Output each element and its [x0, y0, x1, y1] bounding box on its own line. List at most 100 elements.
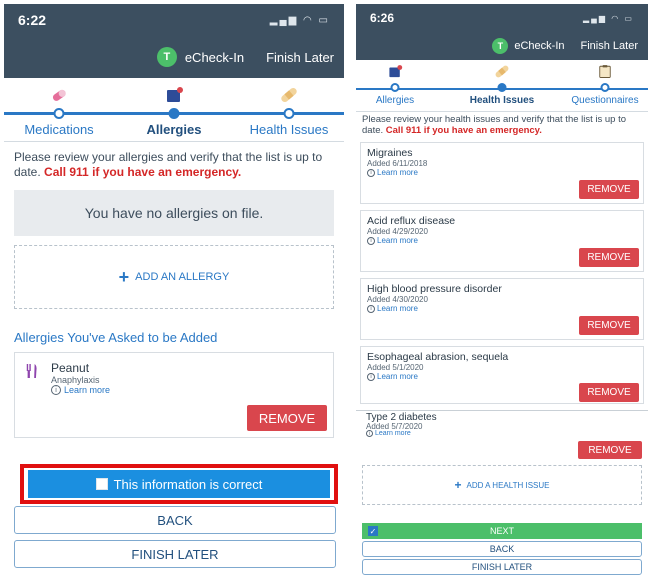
plus-icon: +: [118, 266, 130, 287]
remove-button[interactable]: REMOVE: [579, 383, 639, 402]
issue-added-date: Added 4/30/2020: [367, 295, 428, 304]
learn-more-link[interactable]: i Learn more: [367, 236, 418, 245]
status-bar: 6:22 ▂▄▆ ◠ ▭: [4, 4, 344, 36]
status-time: 6:22: [18, 12, 47, 28]
checkbox-checked-icon[interactable]: ✓: [368, 526, 378, 536]
allergy-card: Peanut Anaphylaxis i Learn more REMOVE: [14, 352, 334, 438]
progress-stepper: Medications Allergies Health Issues: [4, 78, 344, 142]
finish-later-button[interactable]: FINISH LATER: [362, 559, 642, 575]
status-time: 6:26: [370, 11, 395, 25]
learn-more-link[interactable]: i Learn more: [366, 430, 411, 437]
remove-button[interactable]: REMOVE: [579, 316, 639, 335]
finish-later-button[interactable]: FINISH LATER: [14, 540, 336, 568]
info-icon: i: [367, 236, 375, 245]
health-issue-card: Acid reflux disease Added 4/29/2020 i Le…: [360, 210, 644, 272]
finish-later-link[interactable]: Finish Later: [266, 50, 334, 65]
remove-button[interactable]: REMOVE: [578, 441, 642, 459]
intro-text: Please review your allergies and verify …: [14, 150, 334, 180]
step-label: Allergies: [375, 95, 415, 106]
issue-added-date: Added 4/29/2020: [367, 227, 428, 236]
allergy-name: Peanut: [51, 361, 90, 375]
learn-more-link[interactable]: i Learn more: [367, 372, 418, 381]
step-dot: [390, 83, 400, 92]
add-allergy-label: ADD AN ALLERGY: [135, 271, 230, 283]
emergency-warning: Call 911 if you have an emergency.: [44, 165, 242, 179]
right-phone-screen: 6:26 ▂▄▆ ◠ ▭ T eCheck-In Finish Later Al…: [356, 4, 648, 406]
learn-more-label: Learn more: [377, 168, 418, 177]
signal-wifi-battery-icon: ▂▄▆ ◠ ▭: [269, 14, 330, 26]
info-icon: i: [367, 168, 375, 177]
learn-more-label: Learn more: [377, 236, 418, 245]
learn-more-link[interactable]: i Learn more: [367, 304, 418, 313]
issue-name: Migraines: [367, 147, 413, 159]
step-allergies[interactable]: Allergies: [119, 78, 229, 142]
health-issue-card: Migraines Added 6/11/2018 i Learn more R…: [360, 142, 644, 204]
allergy-reaction: Anaphylaxis: [51, 375, 100, 385]
remove-button[interactable]: REMOVE: [247, 405, 327, 431]
learn-more-label: Learn more: [375, 430, 411, 437]
step-dot: [283, 108, 295, 119]
finish-later-link[interactable]: Finish Later: [581, 40, 638, 52]
checkbox-icon[interactable]: [95, 478, 108, 490]
info-icon: i: [367, 372, 375, 381]
left-phone-screen: 6:22 ▂▄▆ ◠ ▭ T eCheck-In Finish Later Me…: [4, 4, 344, 574]
add-health-issue-label: ADD A HEALTH ISSUE: [466, 480, 550, 490]
issue-name: Esophageal abrasion, sequela: [367, 351, 509, 363]
health-issue-card: Esophageal abrasion, sequela Added 5/1/2…: [360, 346, 644, 404]
learn-more-label: Learn more: [377, 372, 418, 381]
echeck-in-label: eCheck-In: [184, 49, 245, 65]
health-issue-card: High blood pressure disorder Added 4/30/…: [360, 278, 644, 340]
step-health-issues[interactable]: Health Issues: [452, 60, 552, 112]
bandage-icon: [495, 65, 509, 78]
learn-more-link[interactable]: i Learn more: [51, 385, 110, 395]
app-header: T eCheck-In Finish Later: [356, 32, 648, 60]
learn-more-label: Learn more: [377, 304, 418, 313]
app-header: T eCheck-In Finish Later: [4, 36, 344, 78]
next-button[interactable]: ✓ NEXT: [362, 523, 642, 539]
progress-stepper: Allergies Health Issues Questionnaires: [356, 60, 648, 112]
emergency-warning: Call 911 if you have an emergency.: [385, 125, 542, 136]
signal-wifi-battery-icon: ▂▄▆ ◠ ▭: [583, 13, 634, 23]
status-bar: 6:26 ▂▄▆ ◠ ▭: [356, 4, 648, 32]
step-dot: [600, 83, 610, 92]
step-dot-active: [168, 108, 180, 119]
bandage-icon: [281, 87, 297, 103]
info-icon: i: [366, 430, 373, 437]
learn-more-link[interactable]: i Learn more: [367, 168, 418, 177]
issue-name: High blood pressure disorder: [367, 283, 502, 295]
pill-icon: [52, 89, 66, 101]
right-phone-bottom-screen: Type 2 diabetes Added 5/7/2020 i Learn m…: [356, 410, 648, 576]
step-medications[interactable]: Medications: [4, 78, 114, 142]
plus-icon: +: [454, 478, 462, 492]
issue-added-date: Added 6/11/2018: [367, 159, 428, 168]
info-icon: i: [367, 304, 375, 313]
echeck-in-label: eCheck-In: [514, 40, 565, 52]
asked-heading: Allergies You've Asked to be Added: [14, 330, 218, 345]
step-allergies[interactable]: Allergies: [356, 60, 434, 112]
back-button[interactable]: BACK: [14, 506, 336, 534]
learn-more-label: Learn more: [64, 385, 111, 395]
step-label: Health Issues: [249, 122, 329, 137]
step-health-issues[interactable]: Health Issues: [234, 78, 344, 142]
back-button[interactable]: BACK: [362, 541, 642, 557]
allergy-icon: [389, 65, 403, 78]
step-questionnaires[interactable]: Questionnaires: [562, 60, 648, 112]
add-allergy-button[interactable]: + ADD AN ALLERGY: [14, 245, 334, 309]
avatar: T: [492, 38, 509, 54]
issue-added-date: Added 5/1/2020: [367, 363, 424, 372]
info-icon: i: [51, 385, 61, 395]
remove-button[interactable]: REMOVE: [579, 180, 639, 199]
issue-name: Acid reflux disease: [367, 215, 456, 227]
allergy-icon: [167, 87, 183, 102]
clipboard-icon: [599, 65, 611, 78]
no-allergies-text: You have no allergies on file.: [84, 205, 264, 221]
intro-text: Please review your health issues and ver…: [362, 114, 644, 136]
avatar: T: [156, 47, 177, 67]
info-correct-button[interactable]: This information is correct: [28, 470, 330, 498]
no-allergies-box: You have no allergies on file.: [14, 190, 334, 236]
step-label: Medications: [24, 122, 94, 137]
step-dot-active: [497, 83, 507, 92]
add-health-issue-button[interactable]: + ADD A HEALTH ISSUE: [362, 465, 642, 505]
remove-button[interactable]: REMOVE: [579, 248, 639, 267]
step-dot: [53, 108, 65, 119]
